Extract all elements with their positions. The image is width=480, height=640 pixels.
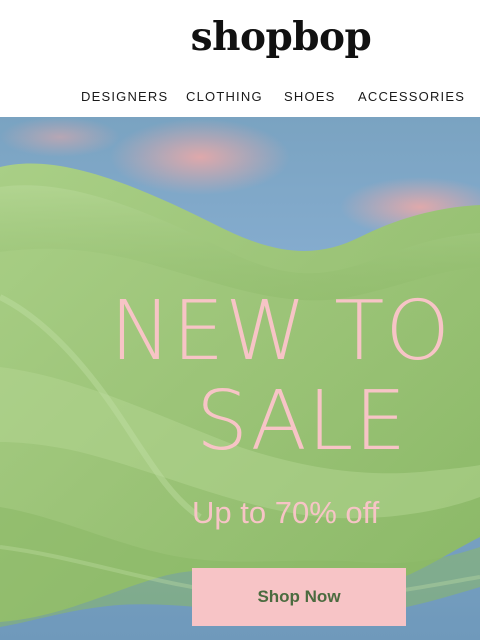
nav-item-shoes[interactable]: SHOES	[284, 89, 336, 104]
hero-headline-line1: NEW TO	[110, 284, 451, 379]
main-nav: DESIGNERS CLOTHING SHOES ACCESSORIES	[0, 89, 480, 105]
hero-banner[interactable]: NEW TO SALE Up to 70% off Shop Now	[0, 117, 480, 640]
site-header: shopbop DESIGNERS CLOTHING SHOES ACCESSO…	[0, 0, 480, 117]
hero-headline-line2: SALE	[196, 374, 408, 469]
email-page: shopbop DESIGNERS CLOTHING SHOES ACCESSO…	[0, 0, 480, 640]
shop-now-button[interactable]: Shop Now	[192, 568, 406, 626]
hero-subhead: Up to 70% off	[192, 495, 380, 530]
nav-item-clothing[interactable]: CLOTHING	[186, 89, 263, 104]
shopbop-logo[interactable]: shopbop	[0, 14, 480, 60]
nav-item-accessories[interactable]: ACCESSORIES	[358, 89, 465, 104]
nav-item-designers[interactable]: DESIGNERS	[81, 89, 168, 104]
